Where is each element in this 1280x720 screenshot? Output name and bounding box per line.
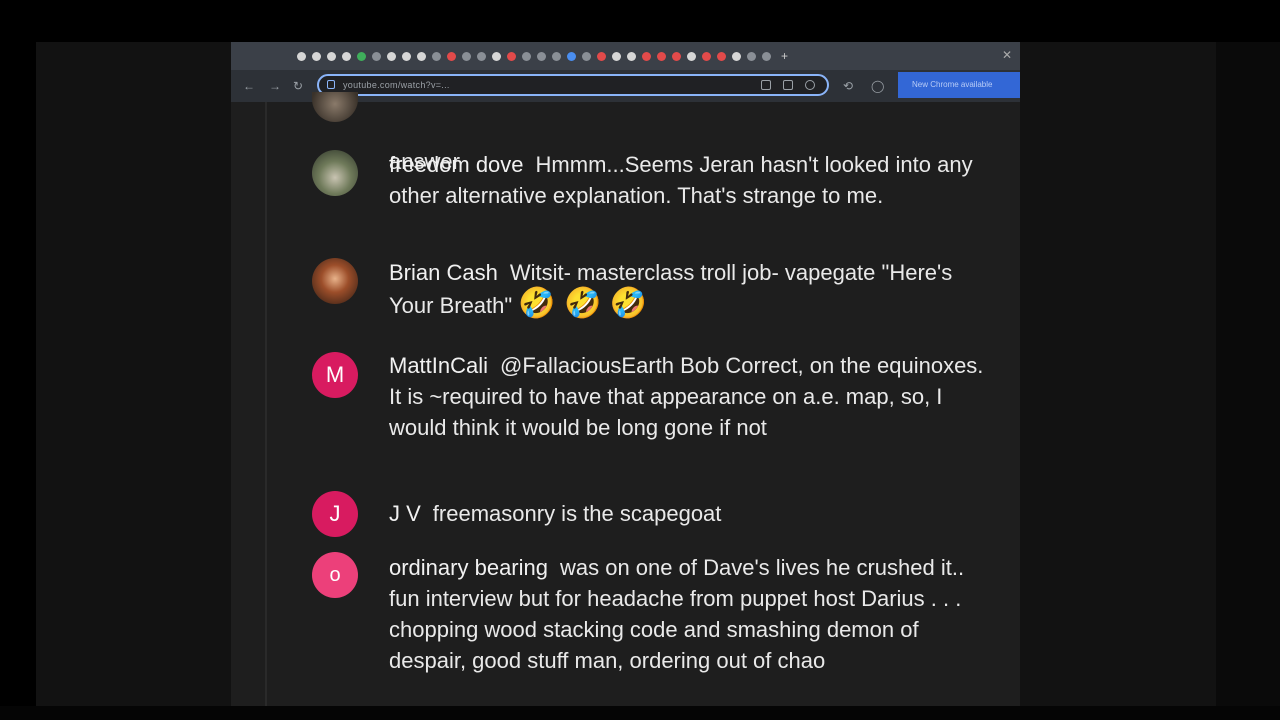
comment-item: answer (312, 86, 1002, 174)
avatar[interactable]: M (312, 352, 358, 398)
tab-icon[interactable] (717, 51, 726, 61)
comment-author[interactable]: freedom dove (389, 152, 524, 177)
divider (265, 102, 267, 706)
tab-icon[interactable] (342, 51, 351, 61)
tab-icon[interactable] (702, 51, 711, 61)
new-tab-icon[interactable]: + (781, 49, 788, 63)
tab-icon[interactable] (747, 51, 756, 61)
tab-icon[interactable] (492, 51, 501, 61)
tab-icon[interactable] (372, 51, 381, 61)
tab-icon[interactable] (417, 51, 426, 61)
tab-icon[interactable] (387, 51, 396, 61)
avatar-initial: o (329, 564, 341, 586)
comment-text: MattInCali @FallaciousEarth Bob Correct, … (389, 350, 989, 443)
avatar[interactable] (312, 92, 358, 122)
avatar[interactable] (312, 258, 358, 304)
comment-item: M MattInCali @FallaciousEarth Bob Correct… (312, 350, 1002, 478)
browser-window: + ✕ ← → ↻ youtube.com/watch?v=... ⟲ ◯ Ne… (231, 42, 1020, 706)
tab-icon[interactable] (627, 51, 636, 61)
video-letterbox-top (0, 0, 1280, 42)
forward-icon[interactable]: → (269, 79, 281, 93)
avatar[interactable] (312, 150, 358, 196)
avatar[interactable]: J (312, 491, 358, 537)
tab-icon[interactable] (537, 51, 546, 61)
close-icon[interactable]: ✕ (1002, 48, 1012, 62)
back-icon[interactable]: ← (243, 79, 255, 93)
comment-text: freedom dove Hmmm...Seems Jeran hasn't lo… (389, 149, 989, 211)
comment-text: J V freemasonry is the scapegoat (389, 498, 989, 529)
comment-item: J J V freemasonry is the scapegoat (312, 491, 1002, 546)
tab-icon[interactable] (642, 51, 651, 61)
tab-icon[interactable] (402, 51, 411, 61)
tab-icon[interactable] (447, 51, 456, 61)
tab-icon[interactable] (657, 51, 666, 61)
tab-icon[interactable] (672, 51, 681, 61)
tab-icon[interactable] (582, 51, 591, 61)
comment-author[interactable]: J V (389, 501, 421, 526)
comment-text: Brian Cash Witsit- masterclass troll job-… (389, 257, 989, 321)
video-letterbox-bottom (0, 706, 1280, 720)
reload-icon[interactable]: ↻ (293, 79, 303, 93)
avatar[interactable]: o (312, 552, 358, 598)
tab-icon[interactable] (732, 51, 741, 61)
tab-icon[interactable] (297, 51, 306, 61)
rofl-emoji: 🤣 🤣 🤣 (518, 287, 648, 320)
tab-icon[interactable] (552, 51, 561, 61)
comment-author[interactable]: ordinary bearing (389, 555, 548, 580)
tab-icon[interactable] (312, 51, 321, 61)
tab-icon[interactable] (327, 51, 336, 61)
tab-icon[interactable] (687, 51, 696, 61)
comment-body: freemasonry is the scapegoat (432, 501, 722, 526)
tab-icon[interactable] (762, 51, 771, 61)
tab-icon[interactable] (477, 51, 486, 61)
comment-text: ordinary bearing was on one of Dave's liv… (389, 552, 989, 676)
comment-item: freedom dove Hmmm...Seems Jeran hasn't lo… (312, 149, 1002, 245)
avatar-initial: J (329, 501, 341, 526)
tab-icon[interactable] (507, 51, 516, 61)
tab-icon[interactable] (432, 51, 441, 61)
tab-icon[interactable] (597, 51, 606, 61)
tab-icon[interactable] (522, 51, 531, 61)
comment-author[interactable]: MattInCali (389, 353, 488, 378)
comment-author[interactable]: Brian Cash (389, 260, 498, 285)
avatar-initial: M (325, 362, 345, 387)
comment-item: o ordinary bearing was on one of Dave's l… (312, 552, 1002, 706)
tab-icon[interactable] (462, 51, 471, 61)
video-letterbox-right (1216, 42, 1280, 706)
tab-icon[interactable] (567, 51, 576, 61)
comment-item: Brian Cash Witsit- masterclass troll job-… (312, 257, 1002, 337)
tab-strip: + ✕ (231, 42, 1020, 70)
tab-icon[interactable] (612, 51, 621, 61)
tab-icon[interactable] (357, 51, 366, 61)
